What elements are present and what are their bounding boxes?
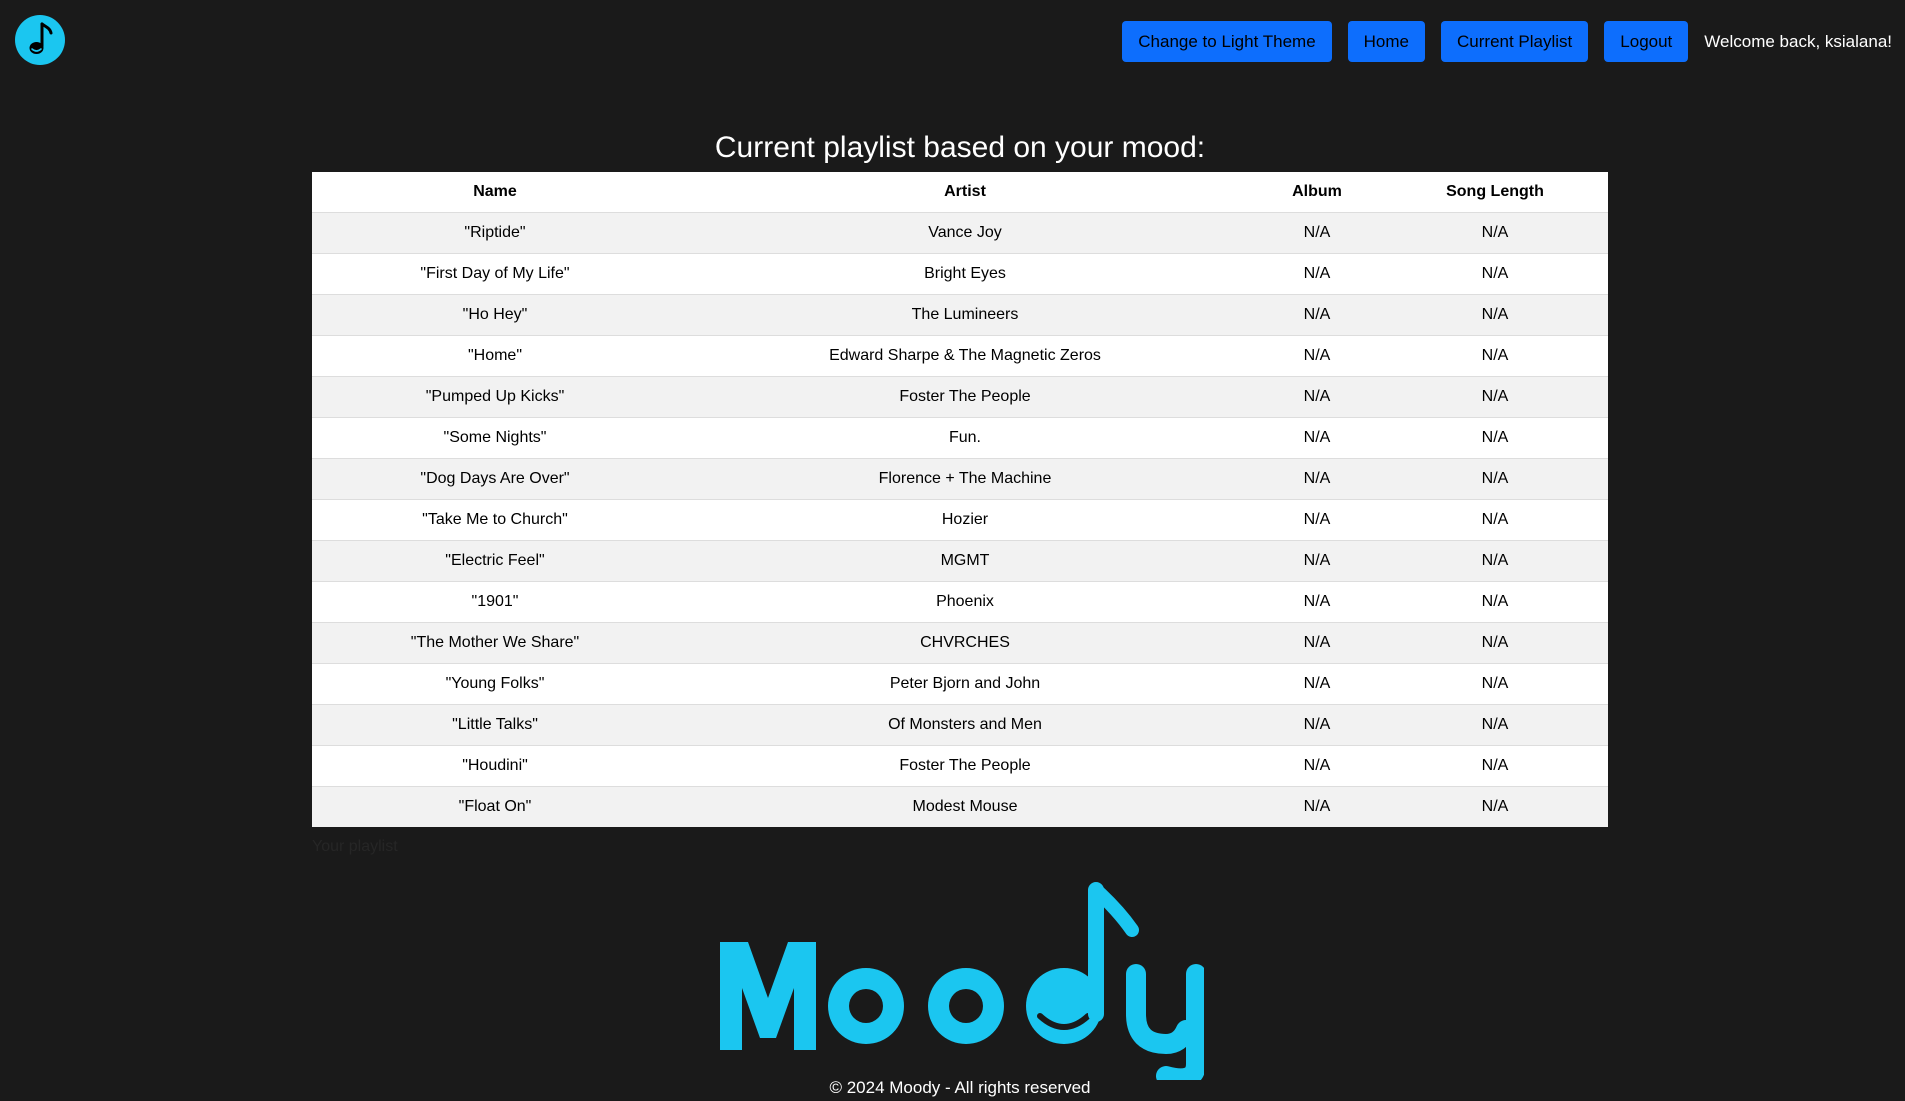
playlist-table-container: Name Artist Album Song Length "Riptide" V… (312, 172, 1608, 827)
cell-artist: Edward Sharpe & The Magnetic Zeros (678, 335, 1252, 377)
cell-name: "Dog Days Are Over" (312, 458, 678, 500)
cell-album: N/A (1252, 376, 1382, 418)
cell-artist: Foster The People (678, 745, 1252, 787)
cell-album: N/A (1252, 335, 1382, 377)
current-playlist-button[interactable]: Current Playlist (1441, 21, 1589, 62)
cell-album: N/A (1252, 581, 1382, 623)
cell-song-length: N/A (1382, 212, 1608, 254)
table-row: "Pumped Up Kicks" Foster The People N/A N/A (312, 376, 1608, 418)
header-album: Album (1252, 172, 1382, 213)
cell-artist: Hozier (678, 499, 1252, 541)
cell-album: N/A (1252, 663, 1382, 705)
header-artist: Artist (678, 172, 1252, 213)
cell-song-length: N/A (1382, 294, 1608, 336)
table-row: "Electric Feel" MGMT N/A N/A (312, 540, 1608, 582)
cell-artist: Bright Eyes (678, 253, 1252, 295)
cell-artist: Modest Mouse (912, 798, 1018, 815)
cell-name: "Houdini" (312, 745, 678, 787)
table-row: "1901" Phoenix N/A N/A (312, 581, 1608, 623)
cell-album: N/A (1252, 499, 1382, 541)
cell-song-length: N/A (1382, 499, 1608, 541)
cell-album: N/A (1252, 704, 1382, 746)
cell-name: "The Mother We Share" (312, 622, 678, 664)
cell-album: N/A (1252, 622, 1382, 664)
cell-song-length: N/A (1382, 622, 1608, 664)
table-row: "Houdini" Foster The People N/A N/A (312, 745, 1608, 787)
cell-artist: Foster The People (678, 376, 1252, 418)
table-header-row: Name Artist Album Song Length (312, 172, 1608, 213)
cell-song-length: N/A (1382, 417, 1608, 459)
cell-name: "First Day of My Life" (312, 253, 678, 295)
cell-album: N/A (1252, 540, 1382, 582)
copyright-text: © 2024 Moody - All rights reserved (829, 1078, 1091, 1097)
cell-artist: Peter Bjorn and John (678, 663, 1252, 705)
table-row: "Riptide" Vance Joy N/A N/A (312, 212, 1608, 254)
cell-album: N/A (1252, 294, 1382, 336)
cell-name: "Some Nights" (312, 417, 678, 459)
cell-album: N/A (1252, 458, 1382, 500)
cell-song-length: N/A (1382, 540, 1608, 582)
cell-song-length: N/A (1382, 335, 1608, 377)
cell-name: "1901" (312, 581, 678, 623)
cell-artist: Fun. (678, 417, 1252, 459)
cell-name: "Pumped Up Kicks" (312, 376, 678, 418)
cell-name: "Electric Feel" (312, 540, 678, 582)
table-row: "Take Me to Church" Hozier N/A N/A (312, 499, 1608, 541)
cell-artist: MGMT (678, 540, 1252, 582)
header-song-length: Song Length (1382, 172, 1608, 213)
cell-song-length: N/A (1382, 581, 1608, 623)
table-row: "Little Talks" Of Monsters and Men N/A N/A (312, 704, 1608, 746)
header-name: Name (312, 172, 678, 213)
cell-name: "Take Me to Church" (312, 499, 678, 541)
table-caption: Your playlist (312, 838, 398, 855)
cell-song-length: N/A (1382, 663, 1608, 705)
cell-artist: Of Monsters and Men (678, 704, 1252, 746)
page-title: Current playlist based on your mood: (714, 131, 1206, 164)
home-button[interactable]: Home (1347, 21, 1426, 62)
cell-name: "Little Talks" (312, 704, 678, 746)
table-row: "Dog Days Are Over" Florence + The Machin… (312, 458, 1608, 500)
cell-name: "Ho Hey" (312, 294, 678, 336)
header: Change to Light Theme Home Current Playl… (0, 0, 1905, 84)
top-nav: Change to Light Theme Home Current Playl… (1122, 21, 1905, 62)
table-row: "Home" Edward Sharpe & The Magnetic Zeros… (312, 335, 1608, 377)
table-row: "The Mother We Share" CHVRCHES N/A N/A (312, 622, 1608, 664)
moody-logo (720, 882, 1204, 1080)
cell-name: "Young Folks" (312, 663, 678, 705)
cell-song-length: N/A (1481, 798, 1509, 815)
cell-artist: Florence + The Machine (678, 458, 1252, 500)
cell-album: N/A (1303, 798, 1331, 815)
cell-name: "Float On" (458, 798, 532, 815)
cell-name: "Riptide" (312, 212, 678, 254)
logout-button[interactable]: Logout (1604, 21, 1689, 62)
cell-song-length: N/A (1382, 376, 1608, 418)
cell-artist: The Lumineers (678, 294, 1252, 336)
change-theme-button[interactable]: Change to Light Theme (1122, 21, 1332, 62)
table-row: "Young Folks" Peter Bjorn and John N/A N/A (312, 663, 1608, 705)
table-row: "Ho Hey" The Lumineers N/A N/A (312, 294, 1608, 336)
cell-album: N/A (1252, 253, 1382, 295)
cell-album: N/A (1252, 745, 1382, 787)
music-note-icon[interactable] (15, 15, 65, 65)
cell-song-length: N/A (1382, 458, 1608, 500)
table-row: "Some Nights" Fun. N/A N/A (312, 417, 1608, 459)
cell-artist: Phoenix (678, 581, 1252, 623)
table-row: "Float On" Modest Mouse N/A N/A (312, 786, 1608, 827)
cell-album: N/A (1252, 417, 1382, 459)
playlist-table-body: "Riptide" Vance Joy N/A N/A "First Day of My… (312, 212, 1608, 827)
cell-song-length: N/A (1382, 704, 1608, 746)
table-row: "First Day of My Life" Bright Eyes N/A N/A (312, 253, 1608, 295)
cell-name: "Home" (312, 335, 678, 377)
cell-artist: Vance Joy (678, 212, 1252, 254)
cell-song-length: N/A (1382, 745, 1608, 787)
playlist-table: Name Artist Album Song Length "Riptide" V… (312, 172, 1608, 827)
cell-artist: CHVRCHES (678, 622, 1252, 664)
cell-song-length: N/A (1382, 253, 1608, 295)
cell-album: N/A (1252, 212, 1382, 254)
welcome-message: Welcome back, ksialana! (1704, 31, 1892, 51)
